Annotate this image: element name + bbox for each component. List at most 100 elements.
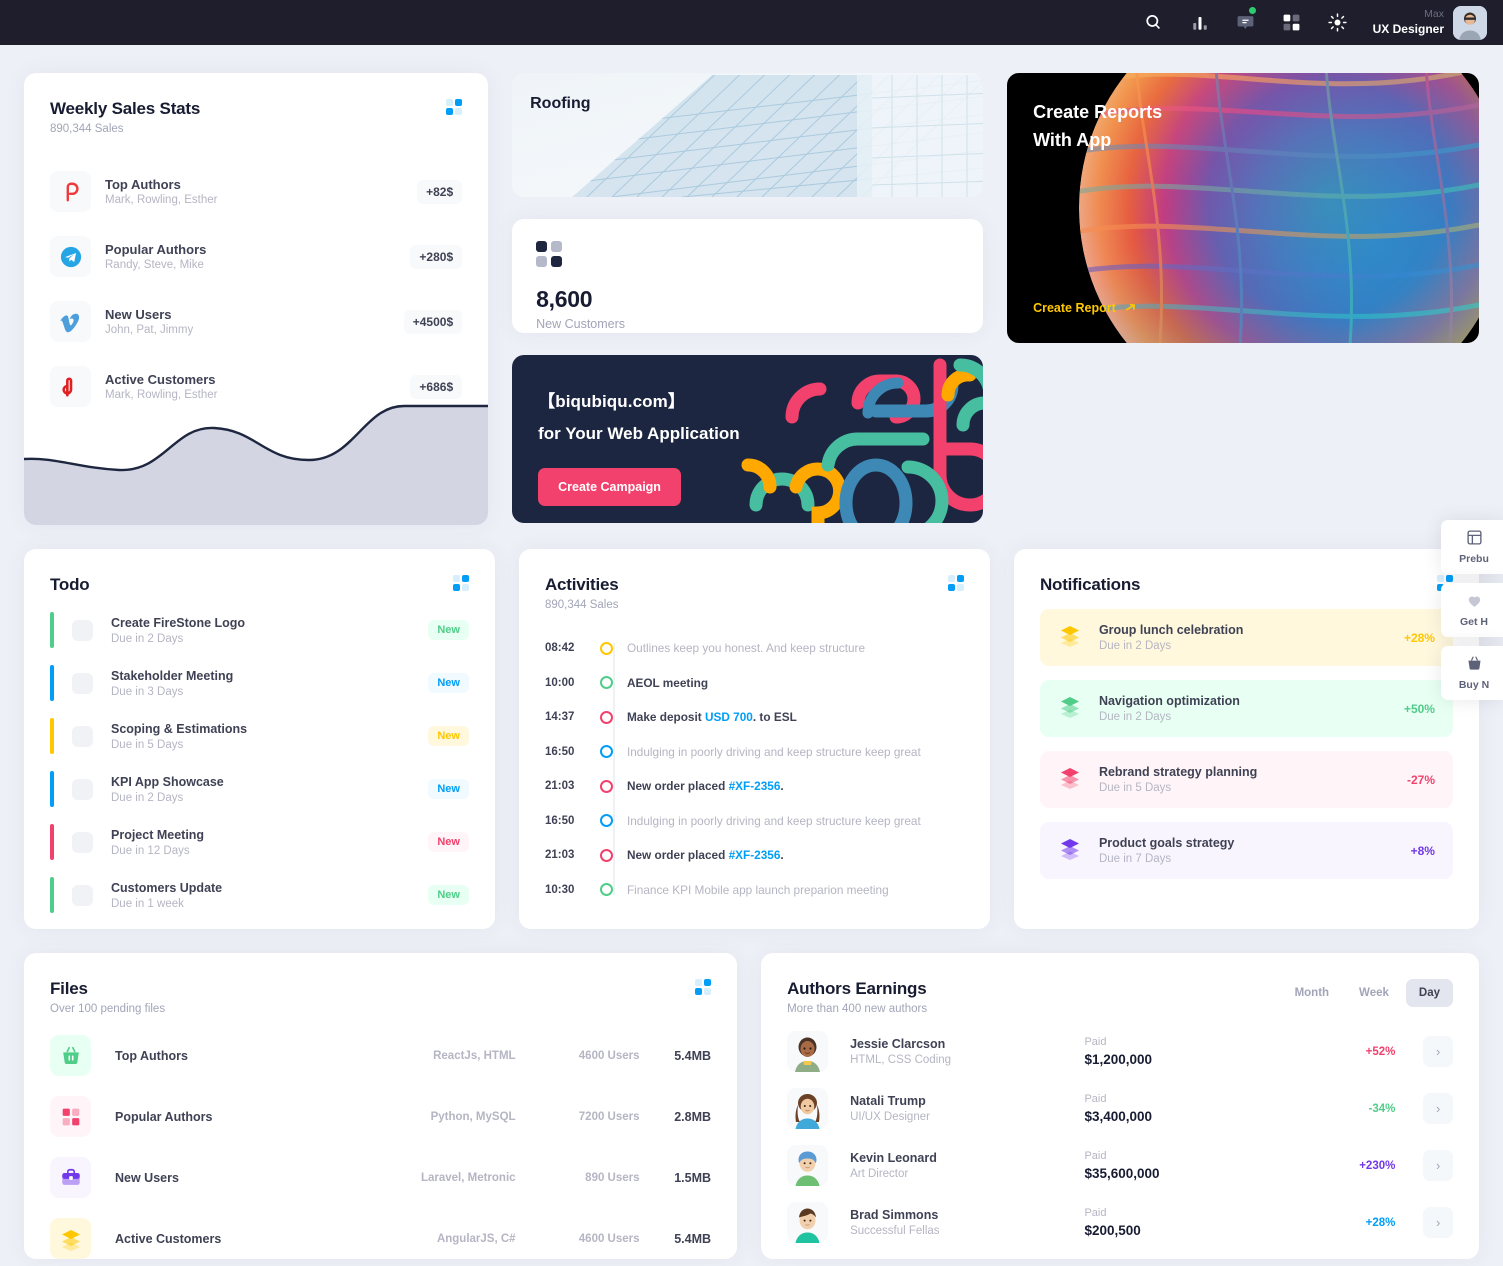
notification-percent: +50% [1403,701,1435,716]
todo-item[interactable]: Scoping & Estimations Due in 5 Days New [50,718,469,754]
activity-link[interactable]: #XF-2356 [729,848,781,862]
author-name: Kevin Leonard [850,1151,937,1165]
row-detail-button[interactable]: › [1423,1207,1453,1238]
activity-time: 10:30 [544,883,575,896]
segment-month[interactable]: Month [1282,979,1342,1007]
create-campaign-button[interactable]: Create Campaign [538,468,681,506]
avatar[interactable] [1453,5,1487,40]
activity-text: Indulging in poorly driving and keep str… [626,744,921,759]
file-users: 4600 Users [578,1049,640,1062]
notification-row[interactable]: Navigation optimization Due in 2 Days +50% [1039,680,1453,737]
todo-checkbox[interactable] [72,778,93,800]
weekly-sales-name: New Users [105,307,172,322]
paid-amount: $1,200,000 [1084,1052,1153,1067]
layers-icon [1058,765,1082,794]
todo-checkbox[interactable] [72,884,93,906]
period-toggle[interactable]: Month Week Day [1282,979,1453,1007]
file-size: 5.4MB [674,1231,712,1246]
activity-dot-icon [599,848,613,862]
todo-header: Todo [50,575,469,595]
activity-time: 08:42 [544,642,575,655]
weekly-sales-text: New Users John, Pat, Jimmy [105,307,404,336]
float-button-get h[interactable]: Get H [1441,583,1503,637]
weekly-sales-sub: Randy, Steve, Mike [105,259,204,271]
cart-icon [1451,655,1497,675]
segment-day[interactable]: Day [1405,979,1453,1007]
todo-checkbox[interactable] [72,831,93,853]
notification-due: Due in 2 Days [1098,711,1172,723]
notification-due: Due in 5 Days [1098,782,1172,794]
weekly-sales-row[interactable]: Popular Authors Randy, Steve, Mike +280$ [50,230,463,283]
row-detail-button[interactable]: › [1423,1093,1453,1124]
weekly-sales-row[interactable]: Top Authors Mark, Rowling, Esther +82$ [50,165,463,218]
float-button-buy n[interactable]: Buy N [1441,646,1503,700]
segment-week[interactable]: Week [1346,979,1402,1007]
todo-checkbox[interactable] [72,672,93,694]
earnings-row[interactable]: Natali Trump UI/UX Designer Paid $3,400,000… [787,1088,1453,1129]
activity-link[interactable]: USD 700 [705,710,753,724]
notifications-title: Notifications [1039,575,1141,594]
todo-color-bar [50,771,54,807]
theme-icon[interactable] [1321,6,1355,40]
todo-item[interactable]: Project Meeting Due in 12 Days New [50,824,469,860]
user-menu[interactable]: Max UX Designer [1373,5,1487,40]
file-row[interactable]: New Users Laravel, Metronic 890 Users 1.5MB [50,1157,711,1198]
weekly-sales-row[interactable]: New Users John, Pat, Jimmy +4500$ [50,295,463,348]
category-icon [50,1096,91,1137]
top-row: Weekly Sales Stats 890,344 Sales Top Aut… [24,73,1479,525]
layers-icon [1058,623,1082,652]
activity-row: 21:03 New order placed #XF-2356. [545,769,964,804]
earnings-row[interactable]: Brad Simmons Successful Fellas Paid $200,50… [787,1202,1453,1243]
row-detail-button[interactable]: › [1423,1036,1453,1067]
notification-row[interactable]: Rebrand strategy planning Due in 5 Days -2… [1039,751,1453,808]
activity-row: 14:37 Make deposit USD 700. to ESL [545,700,964,735]
activity-link[interactable]: #XF-2356 [729,779,781,793]
file-row[interactable]: Top Authors ReactJs, HTML 4600 Users 5.4MB [50,1035,711,1076]
card-menu-icon[interactable] [947,575,964,591]
todo-item[interactable]: Customers Update Due in 1 week New [50,877,469,913]
notification-text: Rebrand strategy planning Due in 5 Days [1099,765,1407,794]
weekly-sales-value: +280$ [410,244,463,269]
grid-icon[interactable] [1275,6,1309,40]
todo-name: Project Meeting [111,827,205,842]
todo-text: KPI App Showcase Due in 2 Days [111,775,428,804]
files-list: Top Authors ReactJs, HTML 4600 Users 5.4MB P… [50,1035,711,1259]
earnings-row[interactable]: Kevin Leonard Art Director Paid $35,600,000… [787,1145,1453,1186]
search-icon[interactable] [1137,6,1171,40]
notification-name: Navigation optimization [1098,694,1240,708]
weekly-sales-value: +82$ [417,179,463,204]
chat-icon[interactable] [1229,6,1263,40]
todo-name: KPI App Showcase [111,774,224,789]
notification-name: Group lunch celebration [1098,623,1244,637]
create-report-link[interactable]: Create Report [1033,301,1137,315]
notifications-list: Group lunch celebration Due in 2 Days +28%… [1039,609,1453,879]
todo-name: Scoping & Estimations [111,721,248,736]
todo-item[interactable]: KPI App Showcase Due in 2 Days New [50,771,469,807]
todo-item[interactable]: Create FireStone Logo Due in 2 Days New [50,612,469,648]
chart-icon[interactable] [1183,6,1217,40]
row-detail-button[interactable]: › [1423,1150,1453,1181]
notification-row[interactable]: Group lunch celebration Due in 2 Days +28% [1039,609,1453,666]
paid-label: Paid [1084,1207,1107,1219]
file-row[interactable]: Popular Authors Python, MySQL 7200 Users 2.… [50,1096,711,1137]
notification-name: Product goals strategy [1098,836,1235,850]
notification-row[interactable]: Product goals strategy Due in 7 Days +8% [1039,822,1453,879]
file-size: 2.8MB [674,1109,712,1124]
todo-item[interactable]: Stakeholder Meeting Due in 3 Days New [50,665,469,701]
todo-checkbox[interactable] [72,619,93,641]
todo-checkbox[interactable] [72,725,93,747]
middle-column: Roofing 8,600 New Customers 【biqubiqu.co… [512,73,984,525]
middle-row: Todo Create FireStone Logo Due in 2 Days N… [24,549,1479,929]
card-menu-icon[interactable] [446,99,463,115]
card-menu-icon[interactable] [695,979,712,995]
float-button-prebu[interactable]: Prebu [1441,520,1503,574]
author-role: Art Director [850,1168,909,1180]
card-menu-icon[interactable] [452,575,469,591]
notification-due: Due in 7 Days [1098,853,1172,865]
weekly-sales-list: Top Authors Mark, Rowling, Esther +82$ Popu… [50,165,463,413]
basket-icon [50,1035,91,1076]
earnings-row[interactable]: Jessie Clarcson HTML, CSS Coding Paid $1,20… [787,1031,1453,1072]
file-row[interactable]: Active Customers AngularJS, C# 4600 Users 5… [50,1218,711,1259]
roofing-card[interactable]: Roofing [512,73,984,197]
earnings-card: Authors Earnings More than 400 new autho… [761,953,1479,1259]
